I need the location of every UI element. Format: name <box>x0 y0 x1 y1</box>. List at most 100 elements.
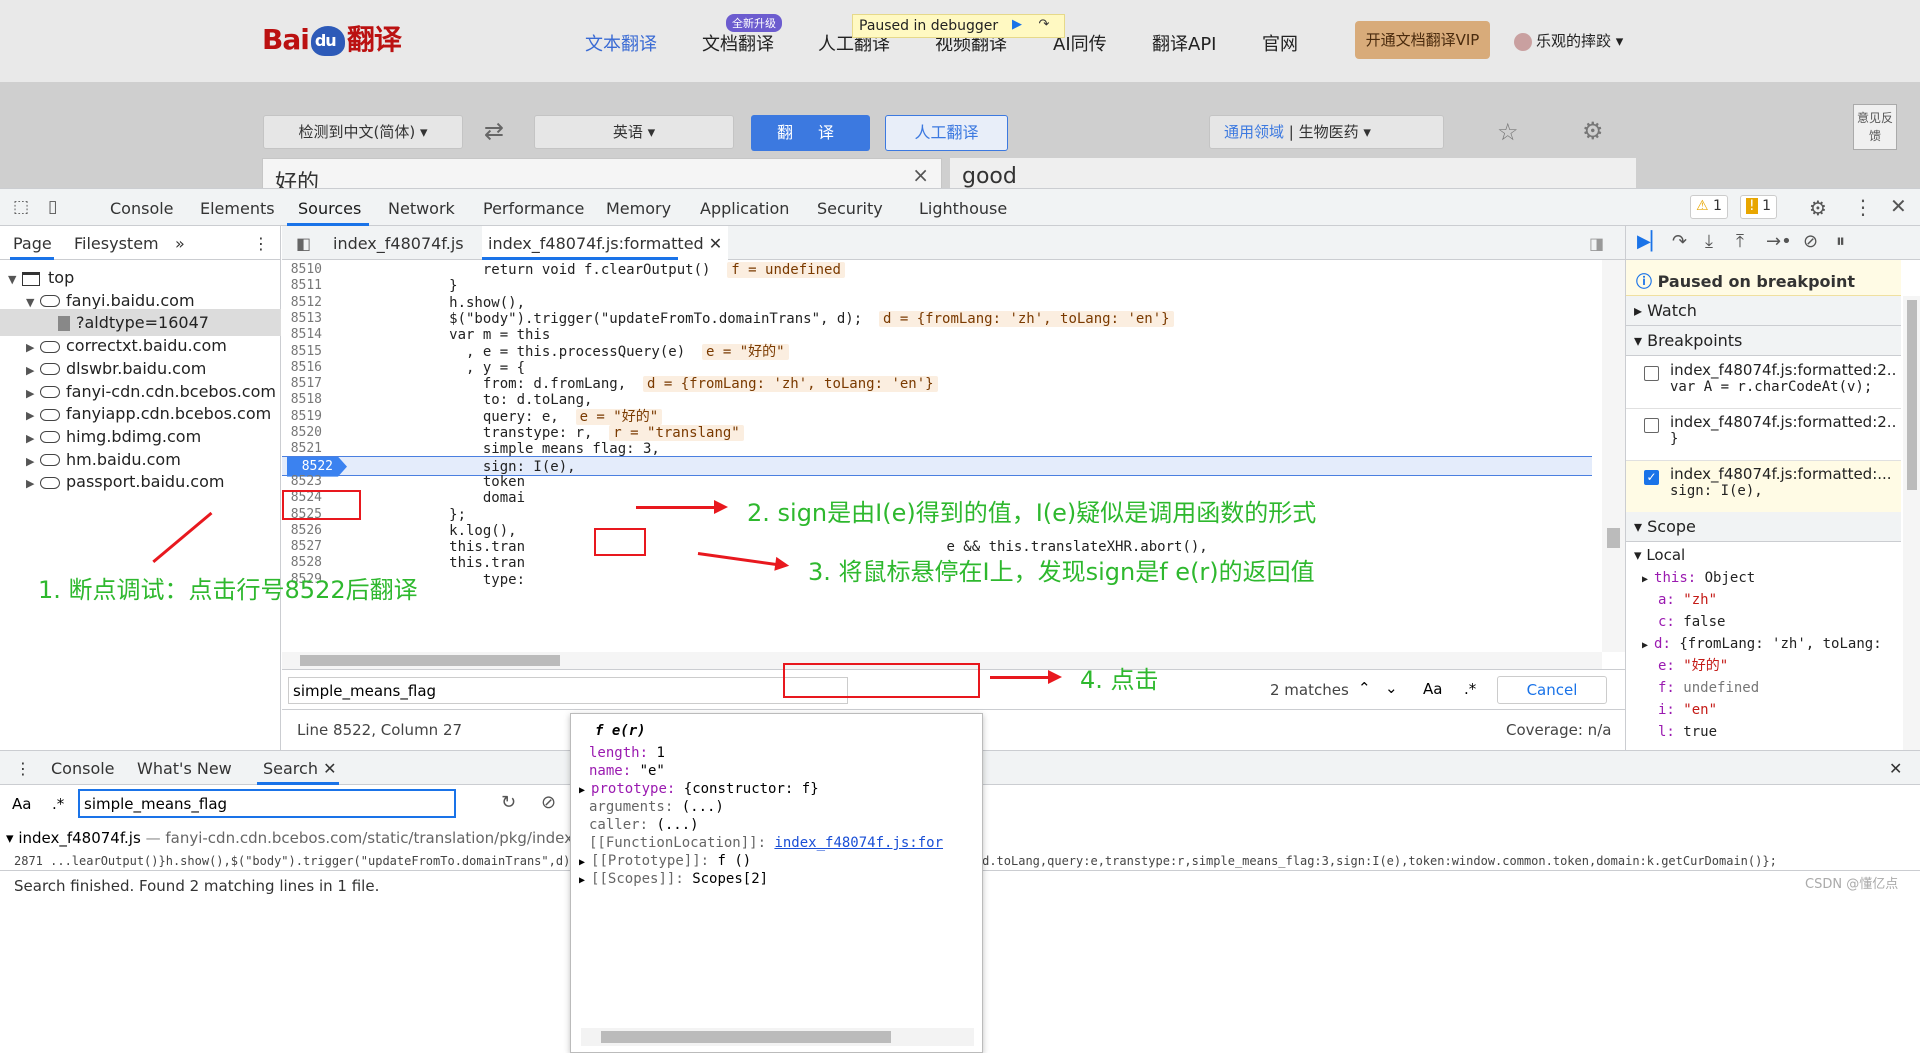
scope-variable[interactable]: i: "en" <box>1626 699 1901 721</box>
close-devtools-icon[interactable]: ✕ <box>1890 194 1907 218</box>
inspect-icon[interactable]: ⬚ <box>13 197 29 217</box>
baidu-logo[interactable]: Bai du 翻译 <box>262 18 402 58</box>
clear-icon[interactable]: × <box>912 163 929 187</box>
more-menu-icon[interactable]: ⋮ <box>1853 195 1873 219</box>
human-translate-button[interactable]: 人工翻译 <box>885 115 1008 151</box>
scope-variable[interactable]: ▶ d: {fromLang: 'zh', toLang: <box>1626 633 1901 655</box>
drawer-menu-icon[interactable]: ⋮ <box>15 759 31 778</box>
tree-item[interactable]: ▶ passport.baidu.com <box>0 468 281 495</box>
feedback-button[interactable]: 意见反馈 <box>1853 104 1897 150</box>
drawer-tab-whats-new[interactable]: What's New <box>137 759 232 778</box>
sidebar-scroll-thumb[interactable] <box>1907 300 1917 490</box>
match-case-icon[interactable]: Aa <box>12 795 31 813</box>
more-tabs-icon[interactable]: » <box>175 234 185 253</box>
editor-tab-source[interactable]: index_f48074f.js <box>333 234 464 253</box>
local-scope-header[interactable]: ▾ Local <box>1626 544 1901 566</box>
pause-exceptions-icon[interactable]: ⏸ <box>1836 231 1845 252</box>
breakpoint-checkbox[interactable] <box>1644 366 1659 381</box>
target-language-select[interactable]: 英语 ▾ <box>534 115 734 149</box>
tab-security[interactable]: Security <box>817 199 883 218</box>
sidebar-scrollbar[interactable] <box>1903 296 1920 750</box>
scope-variable[interactable]: e: "好的" <box>1626 655 1901 677</box>
find-input[interactable] <box>288 677 848 704</box>
swap-languages-icon[interactable]: ⇄ <box>484 117 504 145</box>
warnings-badge[interactable]: ⚠ 1 <box>1690 195 1728 219</box>
breakpoint-checkbox[interactable]: ✓ <box>1644 470 1659 485</box>
source-language-select[interactable]: 检测到中文(简体) ▾ <box>263 115 463 149</box>
tab-elements[interactable]: Elements <box>200 199 275 218</box>
refresh-icon[interactable]: ↻ <box>501 792 516 813</box>
source-text-input[interactable]: 好的 × <box>262 158 942 188</box>
breakpoint-checkbox[interactable] <box>1644 418 1659 433</box>
nav-text-translate[interactable]: 文本翻译 <box>585 30 657 56</box>
toggle-navigator-icon[interactable]: ◧ <box>296 234 311 253</box>
step-over-icon[interactable]: ↷ <box>1672 231 1687 252</box>
code-area[interactable]: 8510 return void f.clearOutput() f = und… <box>282 260 1602 652</box>
settings-gear-icon[interactable]: ⚙ <box>1809 196 1827 220</box>
deactivate-breakpoints-icon[interactable]: ⊘ <box>1803 231 1818 252</box>
global-search-input[interactable] <box>78 789 456 818</box>
editor-tab-formatted[interactable]: index_f48074f.js:formatted ✕ <box>482 226 729 260</box>
user-menu[interactable]: 乐观的摔跤 ▾ <box>1514 30 1623 51</box>
hscroll-thumb[interactable] <box>300 655 560 666</box>
issues-badge[interactable]: ! 1 <box>1740 195 1777 219</box>
breakpoints-section-header[interactable]: ▾ Breakpoints <box>1626 326 1901 356</box>
breakpoint-item[interactable]: ✓ index_f48074f.js:formatted:... sign: I(e… <box>1626 461 1901 513</box>
collect-icon[interactable]: ☆ <box>1497 118 1519 146</box>
resume-icon[interactable]: ▶▏ <box>1637 231 1665 252</box>
tab-sources[interactable]: Sources <box>298 199 361 218</box>
step-over-icon[interactable]: ↷ <box>1033 17 1055 35</box>
domain-select[interactable]: 通用领域 | 生物医药 ▾ <box>1209 115 1444 149</box>
function-location-link[interactable]: index_f48074f.js:for <box>774 835 943 851</box>
popover-scroll-thumb[interactable] <box>601 1031 891 1043</box>
step-into-icon[interactable]: ⤓ <box>1705 231 1713 252</box>
tab-performance[interactable]: Performance <box>483 199 584 218</box>
expand-triangle-icon[interactable]: ▶ <box>579 857 591 868</box>
scope-variable[interactable]: a: "zh" <box>1626 589 1901 611</box>
next-match-icon[interactable]: ⌄ <box>1385 679 1398 697</box>
popover-property[interactable]: ▶ [[Scopes]]: Scopes[2] <box>579 868 768 890</box>
expand-triangle-icon[interactable]: ▶ <box>1642 574 1654 585</box>
scope-section-header[interactable]: ▾ Scope <box>1626 512 1901 542</box>
subtab-filesystem[interactable]: Filesystem <box>74 234 159 253</box>
editor-vscrollbar[interactable] <box>1602 260 1625 652</box>
scope-variable[interactable]: ▶ this: Object <box>1626 567 1901 589</box>
nav-doc-translate[interactable]: 文档翻译 <box>702 30 774 56</box>
navigator-menu-icon[interactable]: ⋮ <box>253 234 269 253</box>
step-out-icon[interactable]: ⤒ <box>1736 231 1744 252</box>
scope-variable[interactable]: l: true <box>1626 721 1901 743</box>
nav-api[interactable]: 翻译API <box>1152 30 1216 56</box>
clear-icon[interactable]: ⊘ <box>541 792 556 813</box>
tab-memory[interactable]: Memory <box>606 199 671 218</box>
settings-gear-icon[interactable]: ⚙ <box>1582 117 1604 145</box>
tab-lighthouse[interactable]: Lighthouse <box>919 199 1007 218</box>
prev-match-icon[interactable]: ⌃ <box>1358 679 1371 697</box>
step-icon[interactable]: →• <box>1766 231 1792 252</box>
drawer-tab-console[interactable]: Console <box>51 759 115 778</box>
close-tab-icon[interactable]: ✕ <box>709 234 722 253</box>
tab-application[interactable]: Application <box>700 199 789 218</box>
tab-network[interactable]: Network <box>388 199 455 218</box>
expand-triangle-icon[interactable]: ▶ <box>1642 640 1654 651</box>
breakpoint-item[interactable]: index_f48074f.js:formatted:2... var A = r… <box>1626 357 1901 409</box>
resume-icon[interactable]: ▶ <box>1006 17 1028 35</box>
device-toggle-icon[interactable]: ▯ <box>48 197 57 217</box>
popover-hscrollbar[interactable] <box>581 1028 974 1046</box>
regex-icon[interactable]: .* <box>1464 680 1476 698</box>
tab-console[interactable]: Console <box>110 199 174 218</box>
close-tab-icon[interactable]: ✕ <box>323 759 336 778</box>
toggle-debugger-icon[interactable]: ◨ <box>1589 234 1604 253</box>
drawer-tab-search[interactable]: Search ✕ <box>263 759 336 778</box>
scope-variable[interactable]: f: undefined <box>1626 677 1901 699</box>
translate-button[interactable]: 翻 译 <box>751 115 870 151</box>
cancel-search-button[interactable]: Cancel <box>1497 676 1607 704</box>
nav-official[interactable]: 官网 <box>1262 30 1298 56</box>
breakpoint-item[interactable]: index_f48074f.js:formatted:2...} <box>1626 409 1901 461</box>
vscroll-thumb[interactable] <box>1607 528 1620 548</box>
expand-triangle-icon[interactable]: ▶ <box>579 785 591 796</box>
scope-variable[interactable]: c: false <box>1626 611 1901 633</box>
expand-triangle-icon[interactable]: ▶ <box>579 875 591 886</box>
match-case-icon[interactable]: Aa <box>1423 680 1442 698</box>
close-drawer-icon[interactable]: ✕ <box>1889 759 1902 778</box>
vip-button[interactable]: 开通文档翻译VIP <box>1355 21 1490 59</box>
